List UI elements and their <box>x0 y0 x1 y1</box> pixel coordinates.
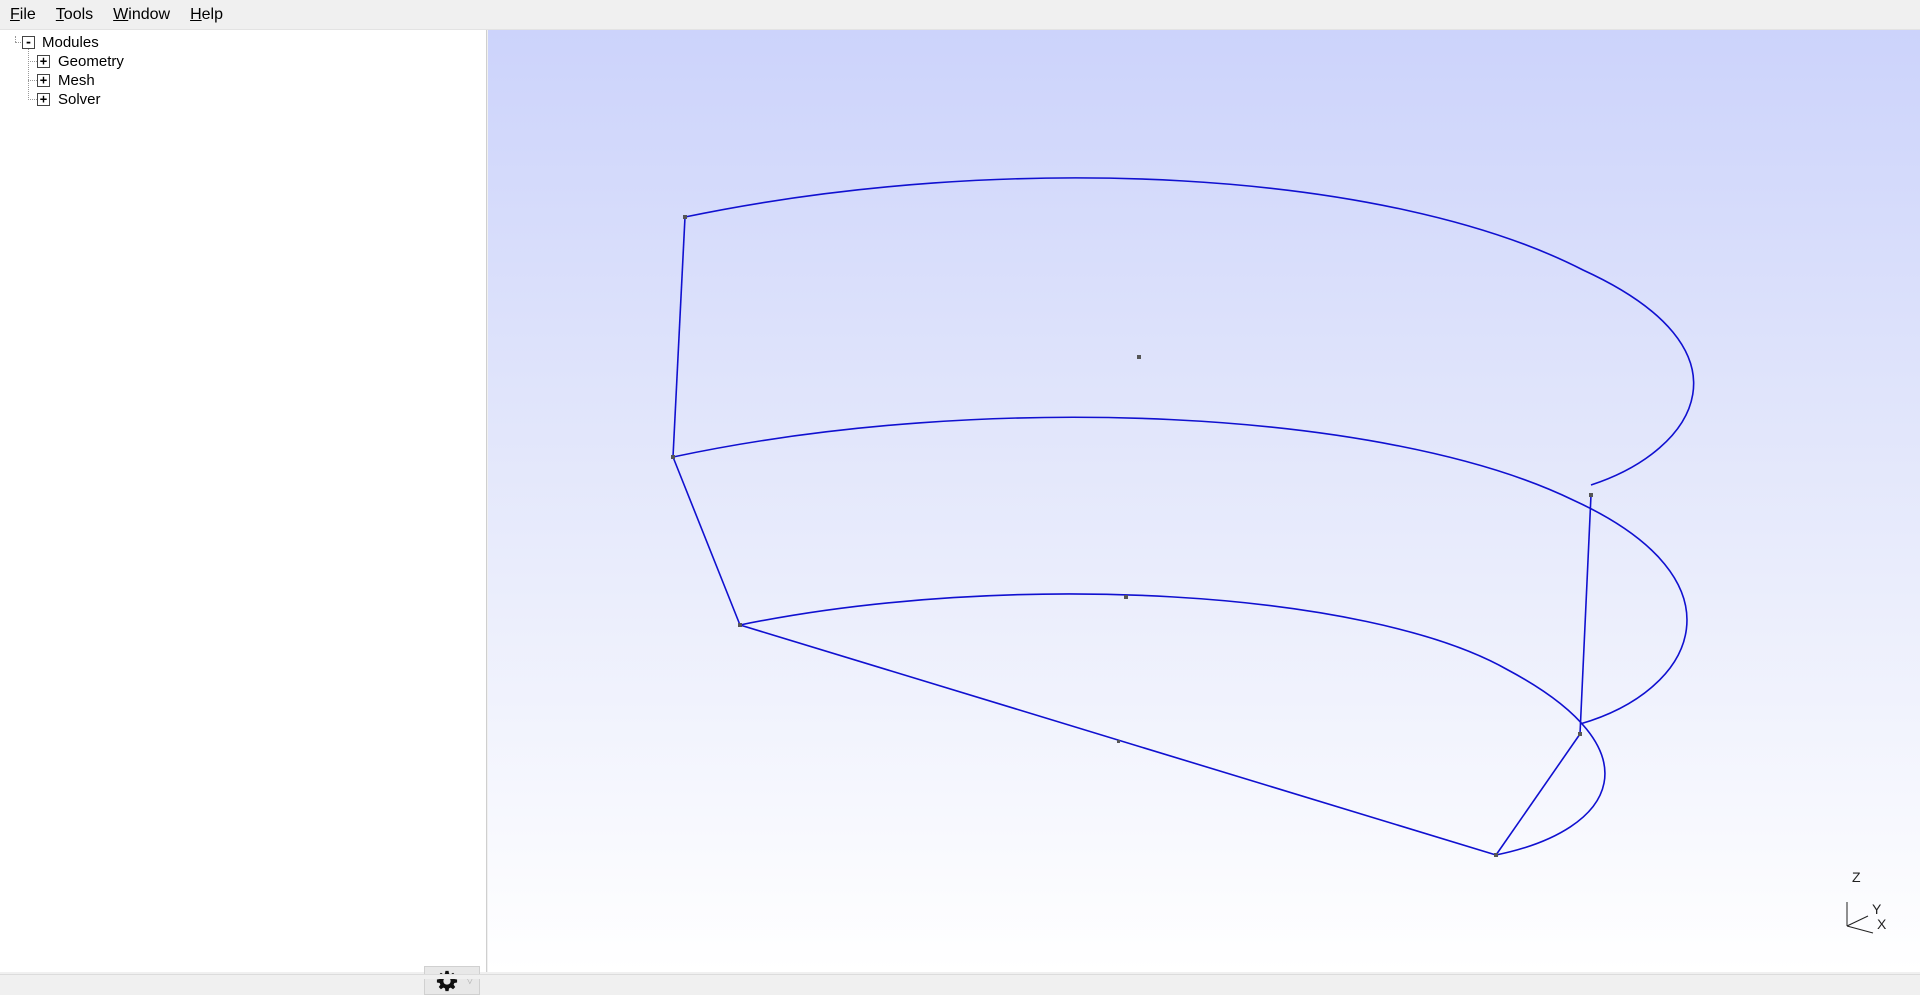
left-upper-edge <box>672 216 686 458</box>
tree-item-label: Solver <box>58 91 101 108</box>
tree-item-label: Geometry <box>58 53 124 70</box>
menu-tools-mnemonic: T <box>55 6 64 23</box>
menu-window-label: indow <box>128 6 171 23</box>
tree-item-label: Modules <box>42 34 99 51</box>
settings-button[interactable]: ▽ <box>424 966 480 995</box>
menu-help[interactable]: Help <box>180 0 233 29</box>
menu-tools-label: ools <box>63 6 94 23</box>
y-axis-label: Y <box>1872 901 1882 917</box>
expand-icon[interactable]: + <box>37 74 50 87</box>
tree-item-label: Mesh <box>58 72 95 89</box>
z-axis-label: Z <box>1852 869 1861 885</box>
x-axis-line <box>1846 925 1874 934</box>
collapse-icon[interactable]: - <box>22 36 35 49</box>
tree-item-mesh[interactable]: + Mesh <box>0 71 480 90</box>
menu-bar: File Tools Window Help <box>0 0 1920 30</box>
menu-file[interactable]: File <box>0 0 46 29</box>
geometry-point[interactable] <box>1494 853 1498 857</box>
axes-triad: Z Y X <box>1846 869 1887 934</box>
geometry-canvas: Z Y X <box>671 177 1887 934</box>
wireframe <box>672 177 1695 856</box>
tree-item-solver[interactable]: + Solver <box>0 90 480 109</box>
x-axis-label: X <box>1877 916 1887 932</box>
menu-window-mnemonic: W <box>113 6 129 23</box>
right-upper-edge <box>1579 494 1592 735</box>
menu-file-mnemonic: F <box>10 6 20 23</box>
bottom-arc-edge <box>739 593 1606 856</box>
gear-icon <box>436 970 458 991</box>
menu-help-label: elp <box>201 6 223 23</box>
geometry-point[interactable] <box>738 623 742 627</box>
midpoint[interactable] <box>1117 740 1120 743</box>
expand-icon[interactable]: + <box>37 55 50 68</box>
top-arc-edge <box>684 177 1695 486</box>
center-point[interactable] <box>1124 595 1128 599</box>
tree-item-geometry[interactable]: + Geometry <box>0 52 480 71</box>
module-tree-panel: - Modules + Geometry + Mesh + Solver ▽ <box>0 30 487 995</box>
geometry-point[interactable] <box>1578 732 1582 736</box>
menu-tools[interactable]: Tools <box>46 0 103 29</box>
geometry-point[interactable] <box>683 215 687 219</box>
menu-help-mnemonic: H <box>190 6 202 23</box>
geometry-point[interactable] <box>1589 493 1593 497</box>
left-lower-edge <box>672 456 741 626</box>
right-lower-edge <box>1495 733 1581 856</box>
geometry-point[interactable] <box>671 455 675 459</box>
geometry-points <box>671 215 1593 857</box>
tree-item-modules[interactable]: - Modules <box>0 33 480 52</box>
3d-viewport[interactable]: Z Y X <box>488 30 1920 972</box>
y-axis-line <box>1846 915 1869 927</box>
center-point[interactable] <box>1137 355 1141 359</box>
menu-file-label: ile <box>19 6 36 23</box>
status-bar <box>0 974 1920 979</box>
expand-icon[interactable]: + <box>37 93 50 106</box>
menu-window[interactable]: Window <box>103 0 180 29</box>
middle-arc-edge <box>672 416 1688 725</box>
